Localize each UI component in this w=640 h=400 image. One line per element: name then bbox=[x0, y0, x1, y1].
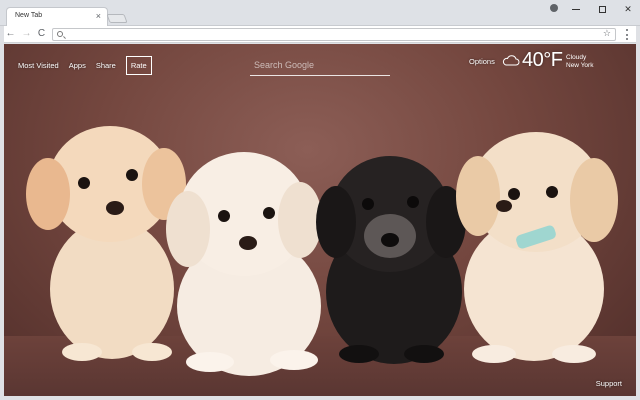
temperature-value: 40°F bbox=[522, 49, 563, 71]
minimize-button[interactable] bbox=[570, 2, 582, 16]
search-icon bbox=[57, 31, 63, 37]
tab-title: New Tab bbox=[15, 12, 43, 19]
reload-button[interactable]: C bbox=[35, 27, 48, 41]
top-nav: Most Visited Apps Share Rate bbox=[18, 56, 152, 75]
weather-location: New York bbox=[566, 62, 594, 69]
maximize-icon bbox=[598, 5, 606, 13]
share-link[interactable]: Share bbox=[96, 61, 116, 70]
options-link[interactable]: Options bbox=[469, 57, 495, 66]
tab-new-tab[interactable]: New Tab × bbox=[6, 7, 108, 27]
window-frame-bottom bbox=[0, 396, 640, 400]
forward-button[interactable]: → bbox=[20, 27, 33, 41]
search-input[interactable] bbox=[254, 57, 384, 73]
puppy-black bbox=[316, 156, 466, 364]
title-bar: New Tab × ✕ bbox=[0, 0, 640, 27]
poodle-puppies-image bbox=[26, 126, 618, 376]
window-frame-right bbox=[636, 26, 640, 400]
browser-toolbar: ← → C ☆ bbox=[0, 26, 640, 43]
window-frame-left bbox=[0, 26, 4, 400]
window-controls: ✕ bbox=[570, 2, 634, 16]
apps-link[interactable]: Apps bbox=[69, 61, 86, 70]
weather-details: Cloudy New York bbox=[566, 54, 593, 70]
bookmark-star-icon[interactable]: ☆ bbox=[603, 28, 611, 39]
cloud-icon bbox=[502, 55, 520, 66]
close-window-button[interactable]: ✕ bbox=[622, 2, 634, 16]
minimize-icon bbox=[572, 8, 580, 10]
weather-condition: Cloudy bbox=[566, 54, 587, 61]
new-tab-page: Most Visited Apps Share Rate Options 40°… bbox=[4, 44, 636, 396]
puppy-cream-right bbox=[456, 132, 618, 363]
profile-icon[interactable] bbox=[550, 4, 558, 12]
rate-button[interactable]: Rate bbox=[125, 56, 152, 75]
search-box bbox=[250, 54, 390, 76]
puppy-apricot-left bbox=[26, 126, 186, 361]
puppy-cream-middle-left bbox=[166, 152, 322, 376]
address-bar[interactable]: ☆ bbox=[52, 28, 616, 41]
most-visited-link[interactable]: Most Visited bbox=[18, 61, 59, 70]
maximize-button[interactable] bbox=[596, 2, 608, 16]
new-tab-button[interactable] bbox=[106, 14, 128, 23]
browser-menu-icon[interactable] bbox=[626, 29, 629, 40]
tab-close-icon[interactable]: × bbox=[96, 11, 101, 21]
back-button[interactable]: ← bbox=[4, 27, 17, 41]
support-link[interactable]: Support bbox=[596, 379, 622, 388]
